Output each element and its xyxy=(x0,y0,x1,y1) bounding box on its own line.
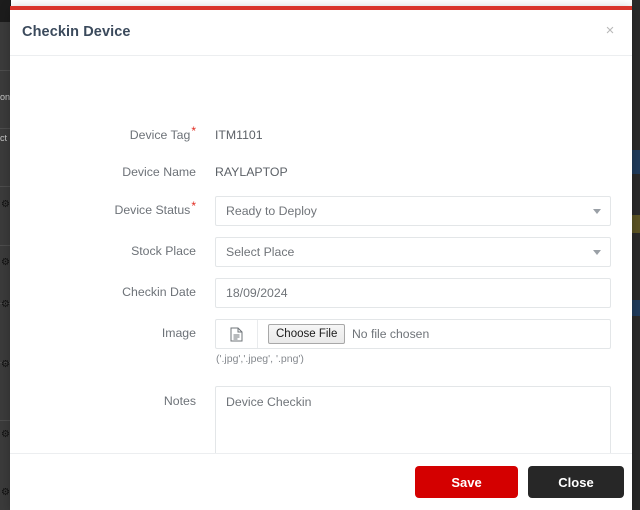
save-button[interactable]: Save xyxy=(415,466,518,498)
device-status-select[interactable]: Ready to Deploy xyxy=(215,196,611,226)
image-file-input[interactable]: Choose File No file chosen xyxy=(215,319,611,349)
checkin-date-label: Checkin Date xyxy=(10,285,196,299)
gear-icon[interactable]: ⚙ xyxy=(1,430,10,439)
device-tag-label-text: Device Tag xyxy=(130,128,191,142)
required-marker: * xyxy=(191,124,196,138)
device-tag-label: Device Tag* xyxy=(10,128,196,142)
image-label: Image xyxy=(10,326,196,340)
device-status-label: Device Status* xyxy=(10,203,196,217)
notes-label: Notes xyxy=(10,394,196,408)
chevron-down-icon[interactable] xyxy=(593,209,601,214)
no-file-chosen-text: No file chosen xyxy=(352,327,429,341)
stock-place-value: Select Place xyxy=(226,245,294,259)
device-name-value: RAYLAPTOP xyxy=(215,165,288,179)
device-status-value: Ready to Deploy xyxy=(226,204,317,218)
background-accent xyxy=(632,460,640,510)
stock-place-select[interactable]: Select Place xyxy=(215,237,611,267)
checkin-date-value: 18/09/2024 xyxy=(226,286,288,300)
chevron-down-icon[interactable] xyxy=(593,250,601,255)
app-screen: on ct ⚙ ⚙ ⚙ ⚙ ⚙ ⚙ Checkin Device × Devic… xyxy=(0,0,640,510)
gear-icon[interactable]: ⚙ xyxy=(1,300,10,309)
background-accent xyxy=(632,215,640,233)
device-status-label-text: Device Status xyxy=(114,203,190,217)
modal-footer: Save Close xyxy=(10,453,632,510)
background-accent xyxy=(632,300,640,316)
page-title: Checkin Device xyxy=(22,24,131,40)
gear-icon[interactable]: ⚙ xyxy=(1,200,10,209)
close-icon[interactable]: × xyxy=(600,21,620,41)
notes-value: Device Checkin xyxy=(226,395,311,409)
background-right-edge xyxy=(632,0,640,510)
modal-header: Checkin Device × xyxy=(10,10,632,56)
image-format-hint: ('.jpg','.jpeg', '.png') xyxy=(216,353,304,365)
cancel-button[interactable]: Close xyxy=(528,466,624,498)
gear-icon[interactable]: ⚙ xyxy=(1,258,10,267)
checkin-date-input[interactable]: 18/09/2024 xyxy=(215,278,611,308)
background-accent xyxy=(632,150,640,174)
modal-body: Device Tag* ITM1101 Device Name RAYLAPTO… xyxy=(10,56,632,469)
device-name-label: Device Name xyxy=(10,165,196,179)
gear-icon[interactable]: ⚙ xyxy=(1,488,10,497)
gear-icon[interactable]: ⚙ xyxy=(1,360,10,369)
checkin-device-modal: Checkin Device × Device Tag* ITM1101 Dev… xyxy=(10,6,632,510)
choose-file-button[interactable]: Choose File xyxy=(268,324,345,344)
document-icon xyxy=(216,320,258,348)
stock-place-label: Stock Place xyxy=(10,244,196,258)
device-tag-value: ITM1101 xyxy=(215,128,263,142)
required-marker: * xyxy=(191,199,196,213)
